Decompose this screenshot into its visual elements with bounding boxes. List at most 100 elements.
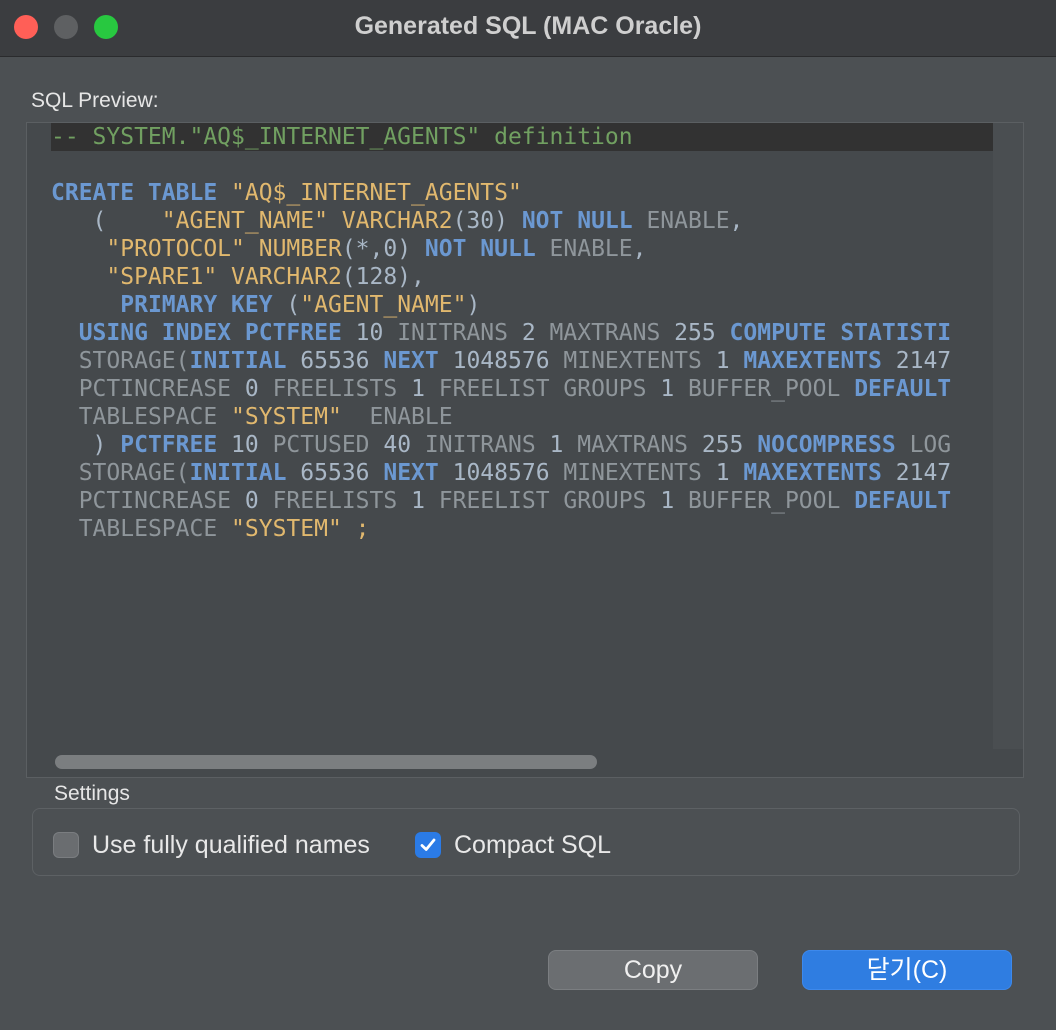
code-line: USING INDEX PCTFREE 10 INITRANS 2 MAXTRA…	[51, 319, 1018, 347]
code-line: -- SYSTEM."AQ$_INTERNET_AGENTS" definiti…	[51, 123, 1018, 151]
code-token: MINEXTENTS	[563, 348, 716, 374]
code-token: -- SYSTEM."AQ$_INTERNET_AGENTS" definiti…	[51, 124, 633, 150]
code-token: "AQ$_INTERNET_AGENTS"	[231, 180, 522, 206]
code-token: PCTFREE	[120, 432, 232, 458]
code-token: INITRANS	[424, 432, 550, 458]
code-token: INITIAL	[189, 460, 301, 486]
code-token: ,	[729, 208, 744, 234]
code-token: 255	[674, 320, 730, 346]
window-title: Generated SQL (MAC Oracle)	[354, 12, 702, 40]
code-token: 2147	[895, 460, 952, 486]
close-button[interactable]: 닫기(C)	[802, 950, 1012, 990]
code-token: 1	[715, 460, 744, 486]
code-token: COMPUTE STATISTI	[729, 320, 952, 346]
code-token: PCTINCREASE	[78, 376, 245, 402]
code-line: "SPARE1" VARCHAR2(128),	[51, 263, 1018, 291]
sql-preview-label: SQL Preview:	[31, 89, 159, 112]
code-token: ENABLE	[646, 208, 730, 234]
code-token: PRIMARY KEY	[120, 292, 287, 318]
use-fully-qualified-names-label[interactable]: Use fully qualified names	[92, 831, 370, 860]
code-line: PCTINCREASE 0 FREELISTS 1 FREELIST GROUP…	[51, 487, 1018, 515]
code-token: LOG	[909, 432, 952, 458]
code-line: "PROTOCOL" NUMBER(*,0) NOT NULL ENABLE,	[51, 235, 1018, 263]
code-token: 65536	[300, 460, 384, 486]
code-token: INITRANS	[397, 320, 522, 346]
code-token: FREELIST GROUPS	[438, 376, 661, 402]
code-line: PRIMARY KEY ("AGENT_NAME")	[51, 291, 1018, 319]
code-token: 255	[701, 432, 758, 458]
code-token: CREATE TABLE	[51, 180, 232, 206]
code-token: 1	[411, 488, 439, 514]
code-token: VARCHAR2	[341, 208, 453, 234]
code-token: "AGENT_NAME"	[161, 208, 342, 234]
compact-sql-label[interactable]: Compact SQL	[454, 831, 611, 860]
code-token: NOCOMPRESS	[757, 432, 910, 458]
title-bar: Generated SQL (MAC Oracle)	[0, 0, 1056, 57]
code-token: (128),	[341, 264, 425, 290]
code-token: 0	[244, 376, 273, 402]
horizontal-scroll-thumb[interactable]	[55, 755, 597, 769]
sql-preview-editor[interactable]: -- SYSTEM."AQ$_INTERNET_AGENTS" definiti…	[26, 122, 1024, 778]
code-token: "SPARE1"	[106, 264, 232, 290]
sql-code-area[interactable]: -- SYSTEM."AQ$_INTERNET_AGENTS" definiti…	[51, 123, 1018, 749]
code-token: MAXTRANS	[577, 432, 702, 458]
code-token: 10	[231, 432, 273, 458]
code-token: NOT NULL	[424, 236, 550, 262]
code-token: FREELISTS	[272, 488, 412, 514]
code-token: NEXT	[383, 348, 453, 374]
code-token: 1	[549, 432, 578, 458]
horizontal-scrollbar[interactable]	[51, 749, 1018, 775]
code-token: ENABLE	[341, 404, 453, 430]
code-token: "SYSTEM"	[231, 404, 342, 430]
code-token: 2147	[895, 348, 952, 374]
code-token: INITIAL	[189, 348, 301, 374]
code-token: MAXEXTENTS	[743, 348, 896, 374]
code-token: 2	[521, 320, 550, 346]
code-line: ) PCTFREE 10 PCTUSED 40 INITRANS 1 MAXTR…	[51, 431, 1018, 459]
code-token: "AGENT_NAME"	[300, 292, 467, 318]
code-token: 1048576	[452, 348, 564, 374]
compact-sql-checkbox[interactable]	[415, 832, 441, 858]
code-token: TABLESPACE	[78, 404, 232, 430]
code-token: ,	[632, 236, 647, 262]
code-line: CREATE TABLE "AQ$_INTERNET_AGENTS"	[51, 179, 1018, 207]
copy-button[interactable]: Copy	[548, 950, 758, 990]
settings-group: Use fully qualified names Compact SQL	[32, 808, 1020, 876]
code-token: BUFFER_POOL	[688, 488, 855, 514]
checkmark-icon	[420, 838, 436, 851]
code-line: TABLESPACE "SYSTEM" ;	[51, 515, 1018, 543]
code-token: )	[51, 432, 121, 458]
code-token: 0	[244, 488, 273, 514]
code-token: DEFAULT	[854, 376, 952, 402]
code-token: VARCHAR2	[231, 264, 342, 290]
code-token: "SYSTEM" ;	[231, 516, 370, 542]
code-token: PCTUSED	[272, 432, 384, 458]
code-token: 1048576	[452, 460, 564, 486]
code-token: NEXT	[383, 460, 453, 486]
code-token: 1	[715, 348, 744, 374]
code-token: 65536	[300, 348, 384, 374]
code-token: "PROTOCOL"	[106, 236, 259, 262]
vertical-scrollbar[interactable]	[993, 123, 1023, 749]
code-token: MAXTRANS	[549, 320, 675, 346]
code-token: 40	[383, 432, 425, 458]
code-token: 1	[660, 488, 689, 514]
code-token: (30)	[452, 208, 522, 234]
code-token: 10	[355, 320, 398, 346]
code-token: STORAGE(	[78, 460, 190, 486]
code-token: DEFAULT	[854, 488, 952, 514]
settings-label: Settings	[54, 782, 130, 805]
code-token: FREELISTS	[272, 376, 412, 402]
use-fully-qualified-names-checkbox[interactable]	[53, 832, 79, 858]
